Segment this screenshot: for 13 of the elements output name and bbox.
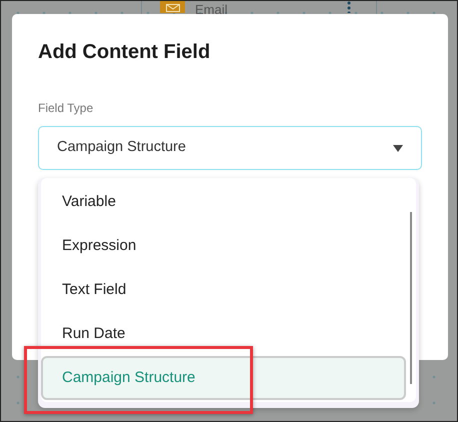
dropdown-option[interactable]: Text Field [41,268,406,312]
dropdown-option[interactable]: Campaign Structure [41,356,406,400]
more-icon[interactable] [347,1,351,13]
dropdown-option[interactable]: Run Date [41,312,406,356]
node-label: Email [195,1,228,20]
scrollbar[interactable] [410,212,412,384]
envelope-icon [160,1,185,13]
field-type-select[interactable]: Campaign Structure [38,126,422,170]
dropdown-option[interactable]: Variable [41,180,406,224]
field-label: Field Type [38,100,94,117]
caret-icon [393,144,403,152]
dropdown-option[interactable]: Expression [41,224,406,268]
dialog-title: Add Content Field [38,40,212,64]
